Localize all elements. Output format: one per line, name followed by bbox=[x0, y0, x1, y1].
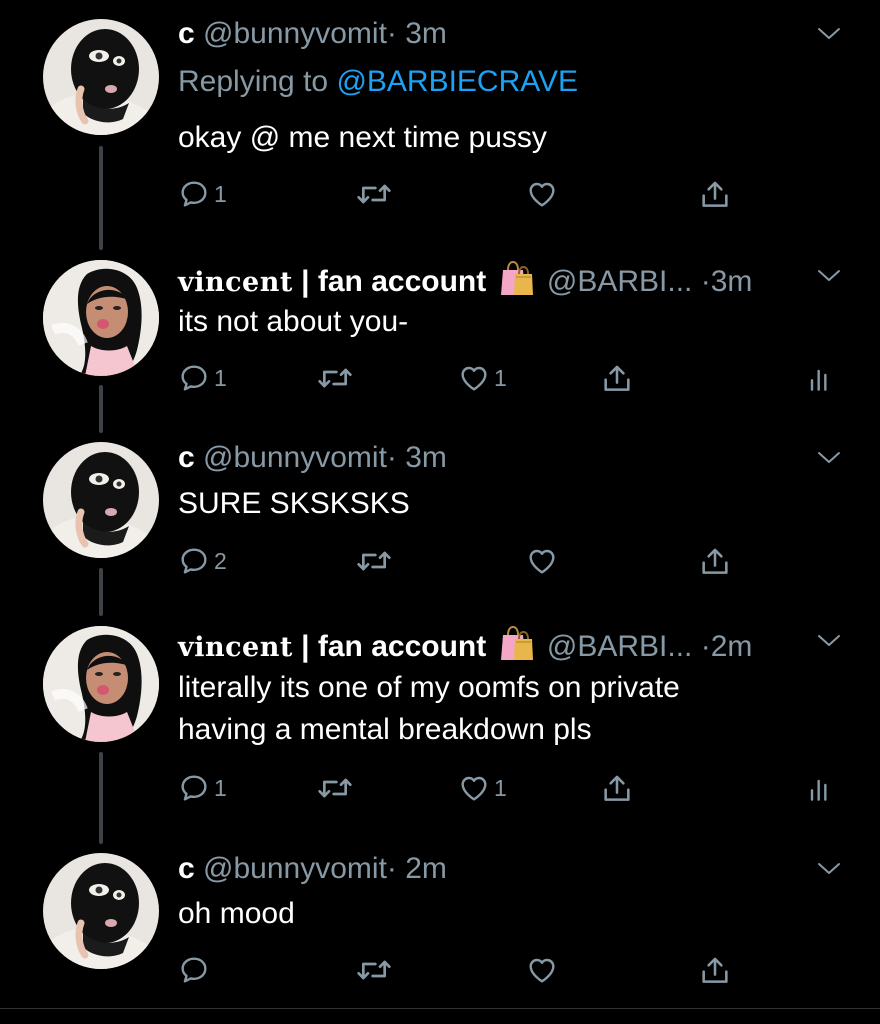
timestamp: · 3m bbox=[386, 441, 447, 474]
reply-button[interactable]: 1 bbox=[178, 362, 227, 394]
tweet-header: vincent | fan account @BARBI... ·3m bbox=[178, 257, 752, 301]
handle[interactable]: @bunnyvomit bbox=[203, 852, 387, 885]
reply-icon bbox=[178, 545, 210, 577]
chevron-down-icon[interactable] bbox=[814, 266, 844, 286]
reply-button[interactable]: 1 bbox=[178, 178, 227, 210]
like-icon bbox=[458, 772, 490, 804]
share-button[interactable] bbox=[600, 362, 634, 396]
reply-count: 1 bbox=[214, 364, 227, 391]
reply-button[interactable] bbox=[178, 954, 214, 986]
retweet-button[interactable] bbox=[355, 178, 393, 210]
tweet-text: literally its one of my oomfs on private… bbox=[178, 671, 680, 746]
thread-line bbox=[99, 568, 103, 616]
tweet-text: okay @ me next time pussy bbox=[178, 121, 547, 154]
like-count: 1 bbox=[494, 774, 507, 801]
like-icon bbox=[526, 178, 558, 210]
tweet-text: its not about you- bbox=[178, 305, 409, 338]
reply-count: 1 bbox=[214, 774, 227, 801]
retweet-icon bbox=[355, 545, 393, 577]
share-button[interactable] bbox=[698, 178, 732, 212]
share-button[interactable] bbox=[600, 772, 634, 806]
like-button[interactable]: 1 bbox=[458, 772, 507, 804]
timestamp: ·2m bbox=[700, 630, 753, 663]
tweet-text: SURE SKSKSKS bbox=[178, 487, 410, 520]
timestamp: ·3m bbox=[700, 265, 753, 298]
share-icon bbox=[698, 178, 732, 212]
tweet-header: c @bunnyvomit· 3m bbox=[178, 440, 447, 476]
mention-link[interactable]: @BARBIECRAVE bbox=[336, 65, 578, 98]
display-name[interactable]: c bbox=[178, 852, 195, 885]
reply-button[interactable]: 1 bbox=[178, 772, 227, 804]
thread-line bbox=[99, 752, 103, 844]
thread-line bbox=[99, 385, 103, 433]
analytics-icon bbox=[804, 362, 836, 396]
like-count: 1 bbox=[494, 364, 507, 391]
analytics-icon bbox=[804, 772, 836, 806]
avatar[interactable] bbox=[43, 19, 159, 135]
retweet-button[interactable] bbox=[316, 362, 354, 394]
handle[interactable]: @bunnyvomit bbox=[203, 17, 387, 50]
retweet-button[interactable] bbox=[355, 954, 393, 986]
chevron-down-icon[interactable] bbox=[814, 448, 844, 468]
like-icon bbox=[526, 954, 558, 986]
analytics-button[interactable] bbox=[804, 362, 836, 396]
avatar[interactable] bbox=[43, 442, 159, 558]
like-icon bbox=[458, 362, 490, 394]
retweet-icon bbox=[355, 178, 393, 210]
like-button[interactable] bbox=[526, 954, 562, 986]
handle[interactable]: @BARBI... bbox=[547, 630, 693, 663]
thread-line bbox=[99, 146, 103, 250]
retweet-icon bbox=[316, 362, 354, 394]
retweet-icon bbox=[316, 772, 354, 804]
share-icon bbox=[600, 362, 634, 396]
share-icon bbox=[600, 772, 634, 806]
like-button[interactable] bbox=[526, 178, 562, 210]
handle[interactable]: @bunnyvomit bbox=[203, 441, 387, 474]
avatar[interactable] bbox=[43, 260, 159, 376]
reply-button[interactable]: 2 bbox=[178, 545, 227, 577]
tweet-header: c @bunnyvomit· 3m bbox=[178, 16, 447, 52]
divider bbox=[0, 1008, 880, 1009]
avatar[interactable] bbox=[43, 853, 159, 969]
display-name[interactable]: | fan account bbox=[293, 630, 486, 663]
retweet-button[interactable] bbox=[316, 772, 354, 804]
display-name-decorated[interactable]: vincent bbox=[178, 267, 293, 298]
handle[interactable]: @BARBI... bbox=[547, 265, 693, 298]
tweet-header: c @bunnyvomit· 2m bbox=[178, 851, 447, 887]
reply-count: 2 bbox=[214, 547, 227, 574]
display-name[interactable]: | fan account bbox=[293, 265, 486, 298]
shopping-bags-emoji bbox=[497, 622, 537, 662]
reply-count: 1 bbox=[214, 180, 227, 207]
retweet-icon bbox=[355, 954, 393, 986]
display-name[interactable]: c bbox=[178, 441, 195, 474]
share-button[interactable] bbox=[698, 954, 732, 988]
chevron-down-icon[interactable] bbox=[814, 631, 844, 651]
timestamp: · 2m bbox=[386, 852, 447, 885]
shopping-bags-emoji bbox=[497, 257, 537, 297]
reply-icon bbox=[178, 178, 210, 210]
share-button[interactable] bbox=[698, 545, 732, 579]
tweet-text: oh mood bbox=[178, 897, 295, 930]
replying-to: Replying to @BARBIECRAVE bbox=[178, 64, 578, 100]
like-icon bbox=[526, 545, 558, 577]
reply-icon bbox=[178, 772, 210, 804]
like-button[interactable] bbox=[526, 545, 562, 577]
like-button[interactable]: 1 bbox=[458, 362, 507, 394]
tweet-header: vincent | fan account @BARBI... ·2m bbox=[178, 622, 752, 666]
chevron-down-icon[interactable] bbox=[814, 24, 844, 44]
display-name-decorated[interactable]: vincent bbox=[178, 632, 293, 663]
timestamp: · 3m bbox=[386, 17, 447, 50]
reply-icon bbox=[178, 362, 210, 394]
analytics-button[interactable] bbox=[804, 772, 836, 806]
replying-prefix: Replying to bbox=[178, 65, 337, 98]
display-name[interactable]: c bbox=[178, 17, 195, 50]
chevron-down-icon[interactable] bbox=[814, 859, 844, 879]
avatar[interactable] bbox=[43, 626, 159, 742]
retweet-button[interactable] bbox=[355, 545, 393, 577]
reply-icon bbox=[178, 954, 210, 986]
share-icon bbox=[698, 954, 732, 988]
share-icon bbox=[698, 545, 732, 579]
